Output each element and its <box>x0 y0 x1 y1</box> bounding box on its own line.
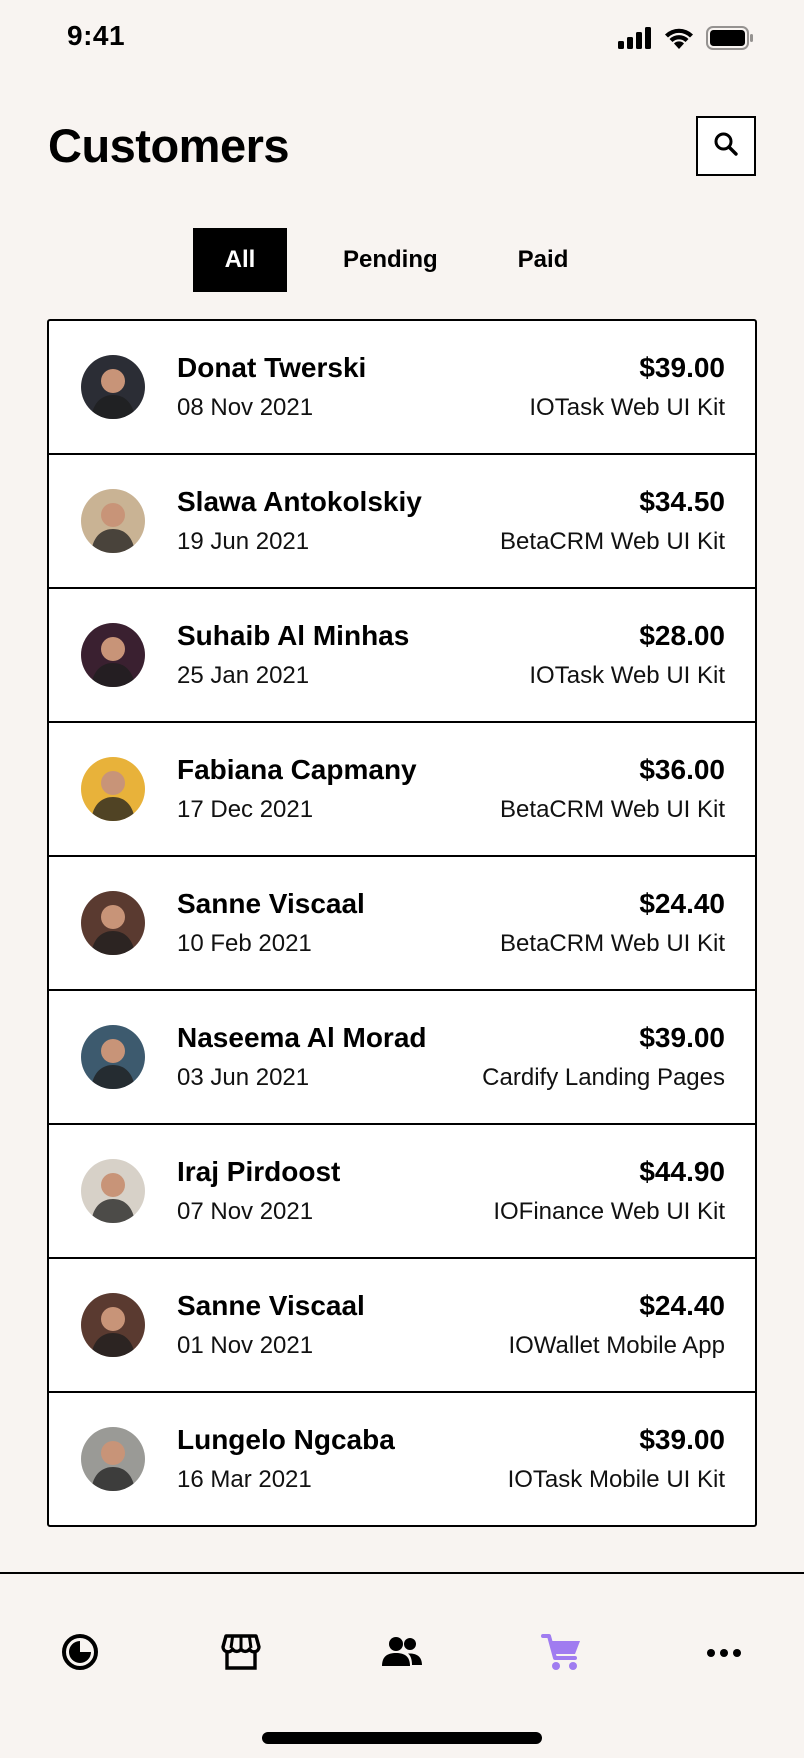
customer-product: BetaCRM Web UI Kit <box>500 528 725 555</box>
customer-row[interactable]: Sanne Viscaal 01 Nov 2021 $24.40 IOWallet M… <box>49 1259 755 1393</box>
status-icons <box>618 26 754 50</box>
customer-amount: $39.00 <box>639 352 725 383</box>
customer-amount: $39.00 <box>639 1424 725 1455</box>
search-button[interactable] <box>696 116 756 176</box>
customer-date: 10 Feb 2021 <box>177 930 312 957</box>
customer-row[interactable]: Slawa Antokolskiy 19 Jun 2021 $34.50 BetaCR… <box>49 455 755 589</box>
customer-product: IOTask Mobile UI Kit <box>507 1466 725 1493</box>
customer-name: Sanne Viscaal <box>177 888 365 919</box>
customer-product: IOFinance Web UI Kit <box>493 1198 725 1225</box>
tab-all[interactable]: All <box>193 228 287 292</box>
customer-product: BetaCRM Web UI Kit <box>500 796 725 823</box>
status-bar: 9:41 <box>0 0 804 80</box>
more-icon <box>706 1645 742 1663</box>
customer-list: Donat Twerski 08 Nov 2021 $39.00 IOTask Web… <box>47 319 757 1527</box>
customer-avatar <box>81 1159 145 1223</box>
cart-icon <box>541 1632 583 1677</box>
bottom-tab-bar <box>0 1574 804 1758</box>
page-title: Customers <box>48 119 290 172</box>
customer-avatar <box>81 757 145 821</box>
customer-amount: $28.00 <box>639 620 725 651</box>
customer-amount: $24.40 <box>639 1290 725 1321</box>
customer-avatar <box>81 355 145 419</box>
customer-product: IOWallet Mobile App <box>508 1332 725 1359</box>
customer-date: 08 Nov 2021 <box>177 394 314 421</box>
customer-row[interactable]: Lungelo Ngcaba 16 Mar 2021 $39.00 IOTask Mo… <box>49 1393 755 1525</box>
customer-amount: $39.00 <box>639 1022 725 1053</box>
customer-row[interactable]: Suhaib Al Minhas 25 Jan 2021 $28.00 IOTask … <box>49 589 755 723</box>
status-time: 9:41 <box>67 20 126 51</box>
header: Customers <box>48 104 756 182</box>
customer-row[interactable]: Iraj Pirdoost 07 Nov 2021 $44.90 IOFinance … <box>49 1125 755 1259</box>
tabbar-dashboard[interactable] <box>52 1626 108 1682</box>
store-icon <box>221 1632 261 1677</box>
customer-amount: $44.90 <box>639 1156 725 1187</box>
home-indicator <box>262 1732 542 1744</box>
customer-amount: $34.50 <box>639 486 725 517</box>
customer-name: Lungelo Ngcaba <box>177 1424 395 1455</box>
customer-row[interactable]: Naseema Al Morad 03 Jun 2021 $39.00 Cardify… <box>49 991 755 1125</box>
customer-row[interactable]: Fabiana Capmany 17 Dec 2021 $36.00 BetaCRM … <box>49 723 755 857</box>
customer-date: 25 Jan 2021 <box>177 662 310 689</box>
battery-icon <box>706 26 754 50</box>
tabbar-more[interactable] <box>696 1626 752 1682</box>
customer-name: Slawa Antokolskiy <box>177 486 422 517</box>
customer-date: 17 Dec 2021 <box>177 796 314 823</box>
dashboard-icon <box>60 1632 100 1677</box>
customer-name: Fabiana Capmany <box>177 754 417 785</box>
customer-date: 03 Jun 2021 <box>177 1064 310 1091</box>
customer-avatar <box>81 489 145 553</box>
customer-product: BetaCRM Web UI Kit <box>500 930 725 957</box>
tabbar-store[interactable] <box>213 1626 269 1682</box>
customer-name: Donat Twerski <box>177 352 367 383</box>
filter-tabs: All Pending Paid <box>193 228 602 292</box>
customer-avatar <box>81 1427 145 1491</box>
tab-pending[interactable]: Pending <box>309 228 472 292</box>
cellular-signal-icon <box>618 27 652 49</box>
customer-name: Suhaib Al Minhas <box>177 620 410 651</box>
customer-avatar <box>81 1025 145 1089</box>
customer-name: Iraj Pirdoost <box>177 1156 341 1187</box>
tab-paid[interactable]: Paid <box>484 228 603 292</box>
customer-date: 07 Nov 2021 <box>177 1198 314 1225</box>
customer-amount: $36.00 <box>639 754 725 785</box>
customer-name: Naseema Al Morad <box>177 1022 427 1053</box>
customer-avatar <box>81 1293 145 1357</box>
customer-date: 19 Jun 2021 <box>177 528 310 555</box>
customer-name: Sanne Viscaal <box>177 1290 365 1321</box>
customer-avatar <box>81 623 145 687</box>
customer-row[interactable]: Sanne Viscaal 10 Feb 2021 $24.40 BetaCRM We… <box>49 857 755 991</box>
customer-product: IOTask Web UI Kit <box>529 394 725 421</box>
customers-icon <box>380 1632 424 1677</box>
customer-date: 01 Nov 2021 <box>177 1332 314 1359</box>
customer-row[interactable]: Donat Twerski 08 Nov 2021 $39.00 IOTask Web… <box>49 321 755 455</box>
customer-avatar <box>81 891 145 955</box>
search-icon <box>713 131 739 162</box>
customer-product: Cardify Landing Pages <box>482 1064 725 1091</box>
customer-amount: $24.40 <box>639 888 725 919</box>
wifi-icon <box>664 27 694 49</box>
customer-product: IOTask Web UI Kit <box>529 662 725 689</box>
tabbar-orders[interactable] <box>534 1626 590 1682</box>
customer-date: 16 Mar 2021 <box>177 1466 312 1493</box>
tabbar-customers[interactable] <box>374 1626 430 1682</box>
